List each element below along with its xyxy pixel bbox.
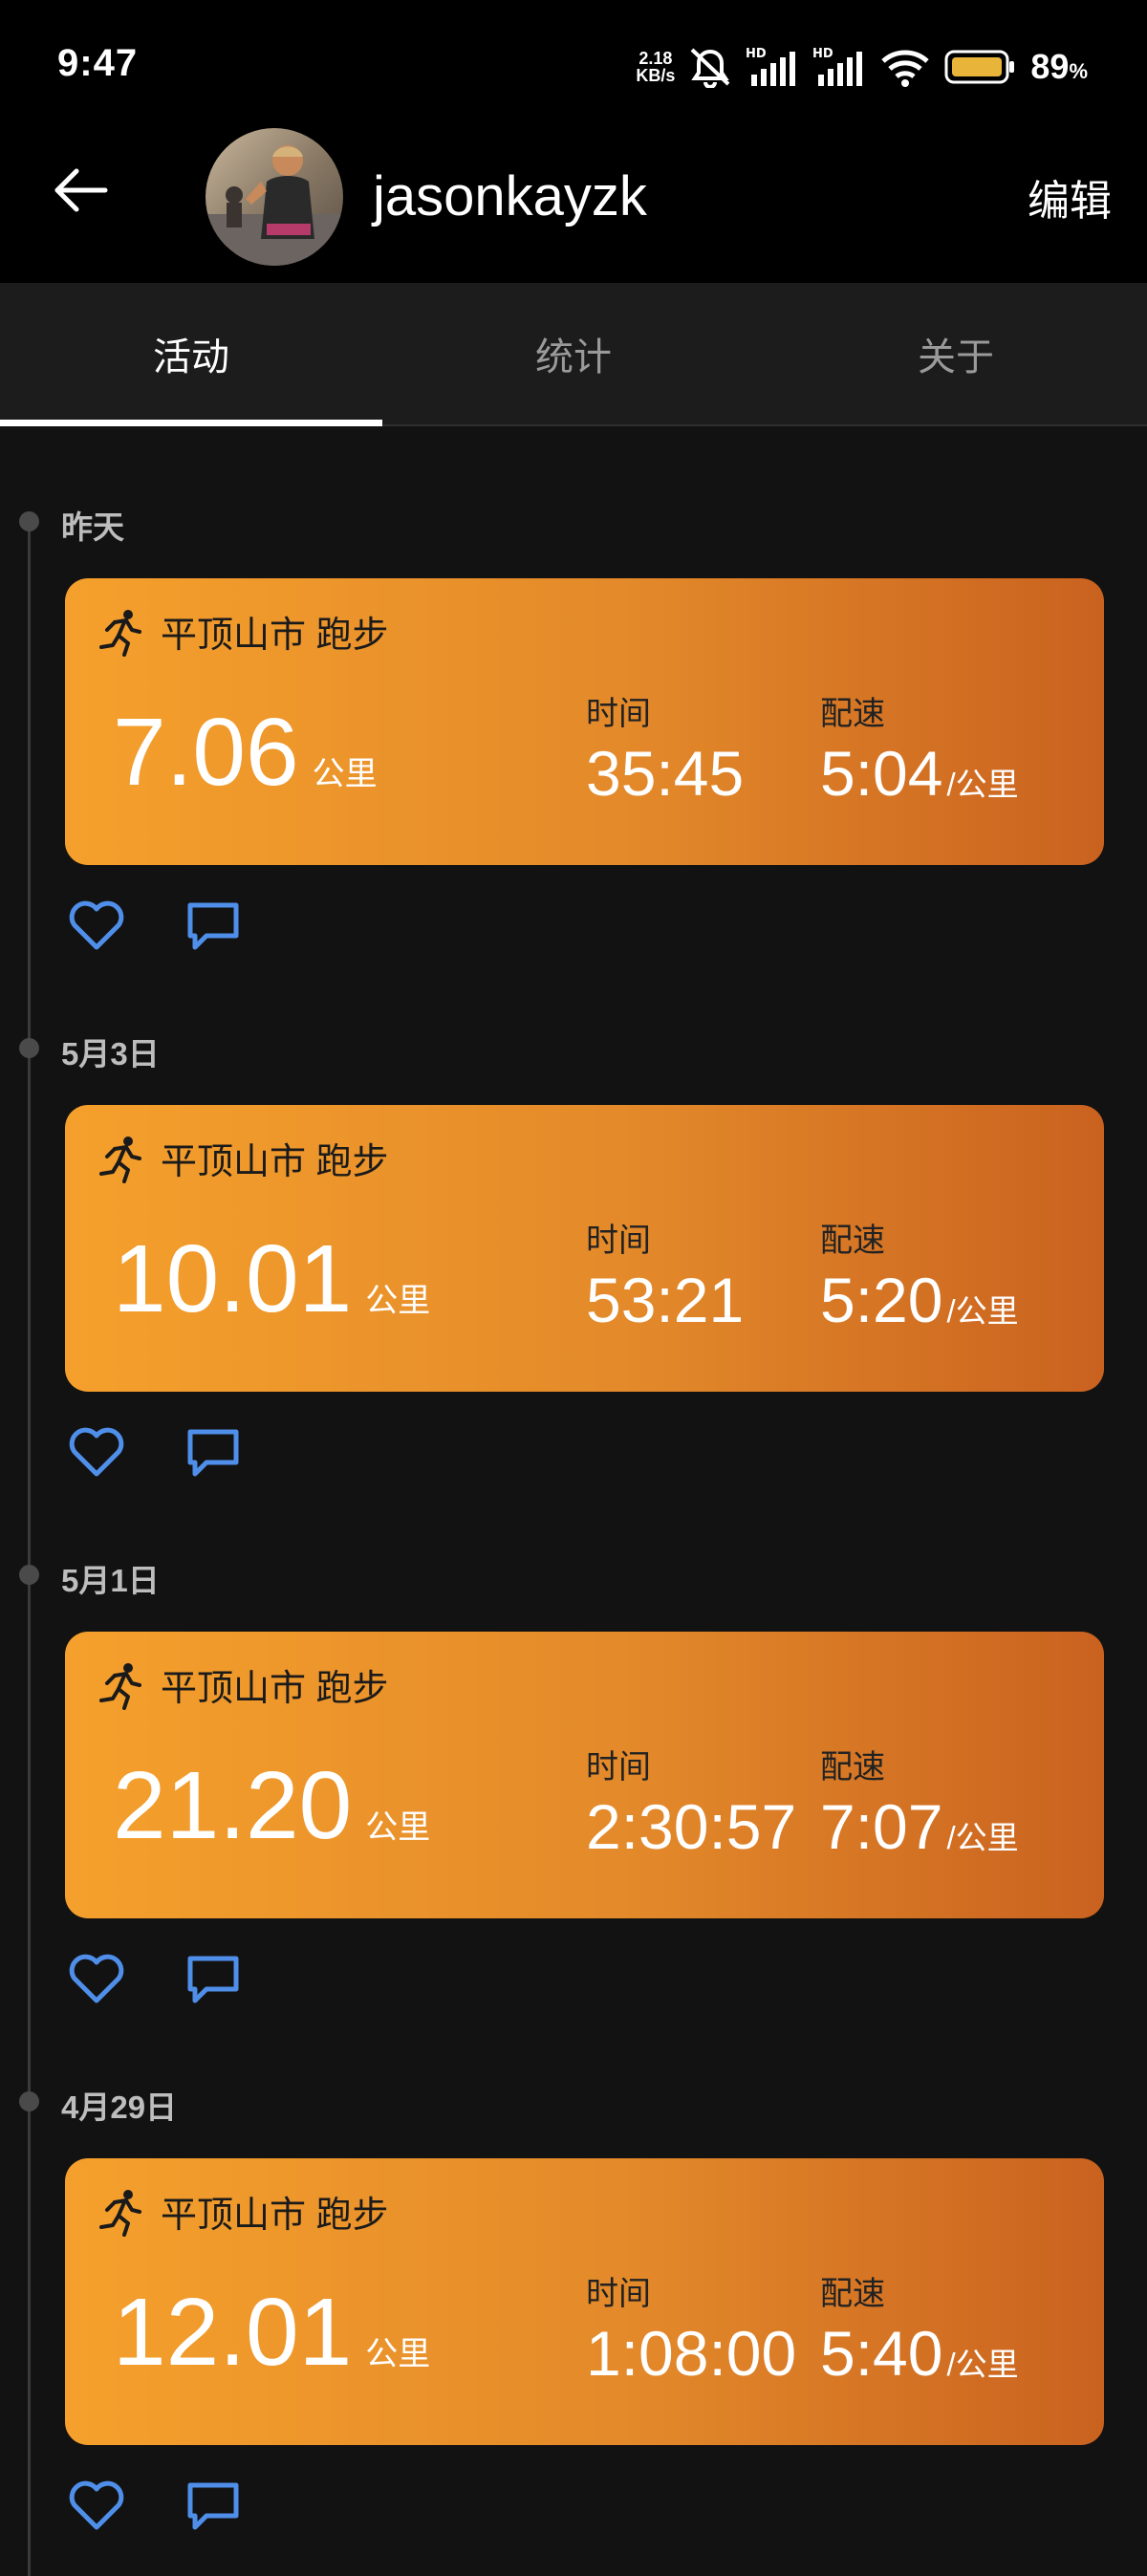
svg-text:HD: HD (746, 47, 767, 61)
distance-unit: 公里 (365, 1809, 431, 1846)
time-value: 1:08:00 (586, 2318, 797, 2389)
time-label: 时间 (586, 696, 651, 732)
activity-header: 平顶山市 跑步 (96, 1658, 389, 1711)
activity-date: 4月29日 (61, 2089, 178, 2125)
timeline-dot (19, 1038, 39, 1058)
activity-card[interactable]: 平顶山市 跑步 7.06 公里 时间 35:45 配速 5:04 /公里 (65, 578, 1104, 865)
distance-unit: 公里 (365, 2336, 431, 2372)
timeline-dot (19, 511, 39, 531)
timeline-line (28, 521, 31, 2576)
edit-button[interactable]: 编辑 (1028, 166, 1112, 227)
pace-value: 5:20 (820, 1265, 943, 1335)
network-speed: 2.18 KB/s (636, 50, 675, 84)
activity-card[interactable]: 平顶山市 跑步 12.01 公里 时间 1:08:00 配速 5:40 /公里 (65, 2158, 1104, 2445)
wifi-icon (881, 50, 930, 87)
status-icons: 2.18 KB/s HD HD 89% (636, 44, 1088, 90)
status-bar: 9:47 2.18 KB/s HD HD 89% (0, 0, 1147, 134)
network-speed-unit: KB/s (636, 66, 676, 85)
avatar[interactable] (206, 128, 343, 266)
pace-stat: 5:20 /公里 (820, 1266, 1019, 1346)
distance-value: 7.06 (113, 699, 299, 806)
comment-icon[interactable] (182, 894, 245, 957)
like-heart-icon[interactable] (65, 1947, 128, 2010)
timeline-dot (19, 2091, 39, 2111)
tab-activity[interactable]: 活动 (0, 283, 382, 426)
running-icon (99, 1662, 141, 1710)
activity-title: 平顶山市 跑步 (161, 1669, 389, 1709)
pace-stat: 5:04 /公里 (820, 739, 1019, 819)
back-arrow-icon[interactable] (50, 159, 113, 222)
activity-actions (65, 1947, 245, 2010)
avatar-image (206, 128, 343, 266)
timeline-dot (19, 1565, 39, 1585)
distance-value: 21.20 (113, 1752, 353, 1859)
battery-percent-value: 89 (1030, 47, 1070, 86)
pace-value: 5:40 (820, 2318, 943, 2389)
like-heart-icon[interactable] (65, 2474, 128, 2537)
pace-unit: /公里 (946, 2347, 1019, 2382)
signal-hd-icon: HD (746, 47, 796, 86)
pace-stat: 7:07 /公里 (820, 1792, 1019, 1872)
activity-header: 平顶山市 跑步 (96, 605, 389, 658)
like-heart-icon[interactable] (65, 1420, 128, 1483)
activity-header: 平顶山市 跑步 (96, 2185, 389, 2238)
activity-header: 平顶山市 跑步 (96, 1132, 389, 1184)
running-icon (99, 1136, 141, 1183)
pace-unit: /公里 (946, 767, 1019, 802)
activity-title: 平顶山市 跑步 (161, 2196, 389, 2236)
pace-label: 配速 (820, 696, 885, 732)
signal-hd-icon: HD (812, 47, 863, 86)
comment-icon[interactable] (182, 1947, 245, 2010)
pace-label: 配速 (820, 2276, 885, 2312)
status-time: 9:47 (57, 42, 139, 84)
username: jasonkayzk (373, 165, 647, 227)
activity-title: 平顶山市 跑步 (161, 1142, 389, 1182)
activity-actions (65, 894, 245, 957)
battery-icon (944, 50, 1015, 84)
activity-date: 昨天 (61, 509, 124, 545)
time-value: 2:30:57 (586, 1791, 797, 1862)
tab-bar: 活动 统计 关于 (0, 283, 1147, 426)
activity-distance: 7.06 公里 (113, 704, 378, 800)
comment-icon[interactable] (182, 1420, 245, 1483)
like-heart-icon[interactable] (65, 894, 128, 957)
pace-stat: 5:40 /公里 (820, 2319, 1019, 2399)
comment-icon[interactable] (182, 2474, 245, 2537)
activity-card[interactable]: 平顶山市 跑步 10.01 公里 时间 53:21 配速 5:20 /公里 (65, 1105, 1104, 1392)
activity-actions (65, 2474, 245, 2537)
tab-statistics[interactable]: 统计 (382, 283, 765, 424)
activity-actions (65, 1420, 245, 1483)
activity-card[interactable]: 平顶山市 跑步 21.20 公里 时间 2:30:57 配速 7:07 /公里 (65, 1632, 1104, 1918)
distance-value: 12.01 (113, 2279, 353, 2386)
distance-unit: 公里 (365, 1283, 431, 1319)
time-label: 时间 (586, 2276, 651, 2312)
battery-percent-symbol: % (1069, 59, 1088, 83)
network-speed-value: 2.18 (638, 49, 673, 68)
activity-date: 5月3日 (61, 1036, 160, 1072)
pace-value: 5:04 (820, 738, 943, 809)
time-value: 35:45 (586, 738, 745, 809)
pace-label: 配速 (820, 1749, 885, 1786)
activity-distance: 10.01 公里 (113, 1231, 430, 1327)
activity-date: 5月1日 (61, 1563, 160, 1598)
activity-title: 平顶山市 跑步 (161, 616, 389, 656)
profile-header: jasonkayzk 编辑 (0, 115, 1147, 283)
pace-unit: /公里 (946, 1293, 1019, 1329)
time-label: 时间 (586, 1223, 651, 1259)
mute-bell-icon (691, 48, 730, 88)
running-icon (99, 2189, 141, 2237)
battery-percent: 89% (1030, 47, 1088, 87)
distance-unit: 公里 (312, 756, 378, 792)
running-icon (99, 609, 141, 657)
activity-distance: 12.01 公里 (113, 2284, 430, 2380)
time-label: 时间 (586, 1749, 651, 1786)
activity-distance: 21.20 公里 (113, 1758, 430, 1853)
pace-unit: /公里 (946, 1820, 1019, 1855)
tab-about[interactable]: 关于 (765, 283, 1147, 424)
pace-label: 配速 (820, 1223, 885, 1259)
pace-value: 7:07 (820, 1791, 943, 1862)
distance-value: 10.01 (113, 1225, 353, 1332)
time-value: 53:21 (586, 1265, 745, 1335)
svg-text:HD: HD (812, 47, 833, 61)
